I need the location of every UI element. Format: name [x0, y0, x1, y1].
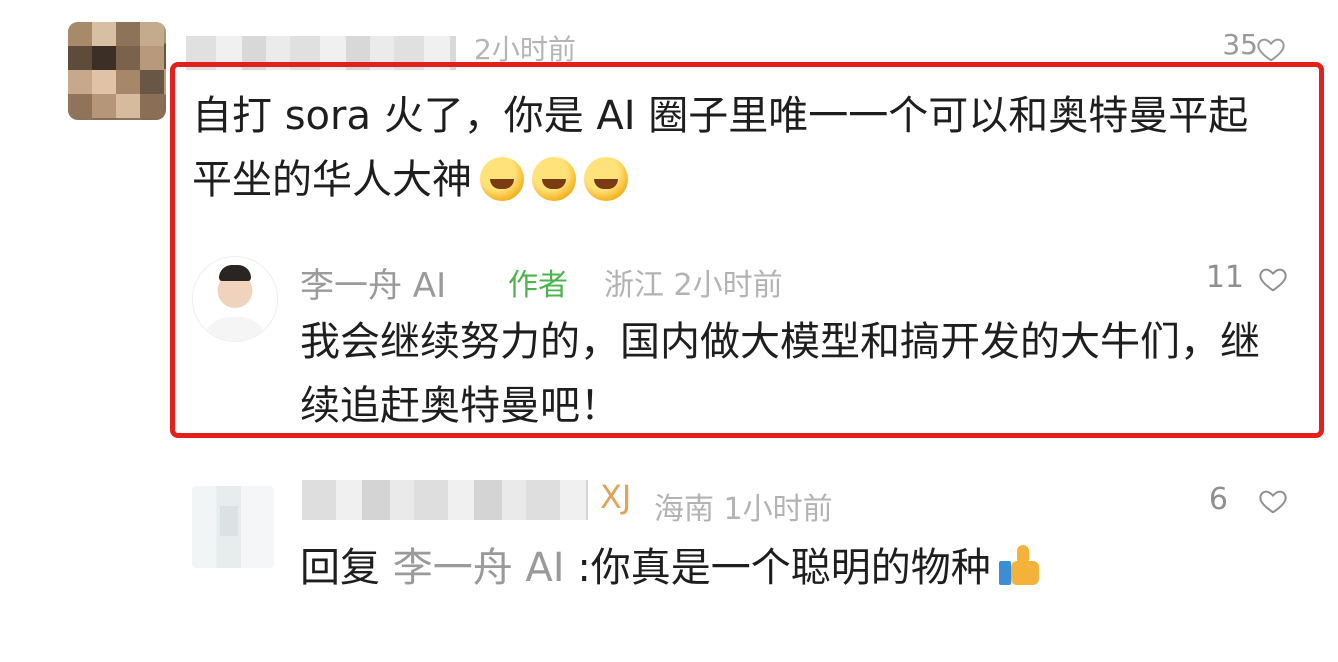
- commenter-avatar[interactable]: [68, 22, 166, 120]
- reply-location-time: 浙江 2小时前: [604, 268, 783, 303]
- replier-avatar[interactable]: [192, 486, 274, 568]
- crying-laughing-emoji: [532, 157, 576, 201]
- reply-to-name[interactable]: 李一舟 AI: [393, 545, 565, 591]
- like-count: 6: [1208, 482, 1228, 517]
- comment-body: 自打 sora 火了，你是 AI 圈子里唯一一个可以和奥特曼平起平坐的华人大神: [192, 84, 1262, 212]
- like-count: 11: [1205, 260, 1244, 295]
- replier-name-blurred[interactable]: [302, 480, 588, 520]
- crying-laughing-emoji: [480, 157, 524, 201]
- author-badge: 作者: [508, 268, 568, 303]
- comment-text: 自打 sora 火了，你是 AI 圈子里唯一一个可以和奥特曼平起平坐的华人大神: [192, 93, 1249, 203]
- reply-prefix: 回复: [300, 545, 380, 591]
- heart-icon[interactable]: [1258, 486, 1288, 516]
- heart-icon[interactable]: [1256, 34, 1286, 64]
- heart-icon[interactable]: [1258, 264, 1288, 294]
- thumbs-up-emoji: [997, 543, 1041, 587]
- author-avatar[interactable]: [192, 256, 278, 342]
- author-name[interactable]: 李一舟 AI: [300, 258, 446, 307]
- reply-content: :你真是一个聪明的物种: [577, 545, 991, 591]
- user-badge: XJ: [600, 478, 632, 516]
- bottom-reply-text: 回复 李一舟 AI :你真是一个聪明的物种: [300, 538, 1041, 598]
- like-count: 35: [1222, 28, 1258, 61]
- author-reply-text: 我会继续努力的，国内做大模型和搞开发的大牛们，继续追赶奥特曼吧！: [300, 319, 1260, 429]
- reply-location-time: 海南 1小时前: [654, 492, 833, 527]
- crying-laughing-emoji: [584, 157, 628, 201]
